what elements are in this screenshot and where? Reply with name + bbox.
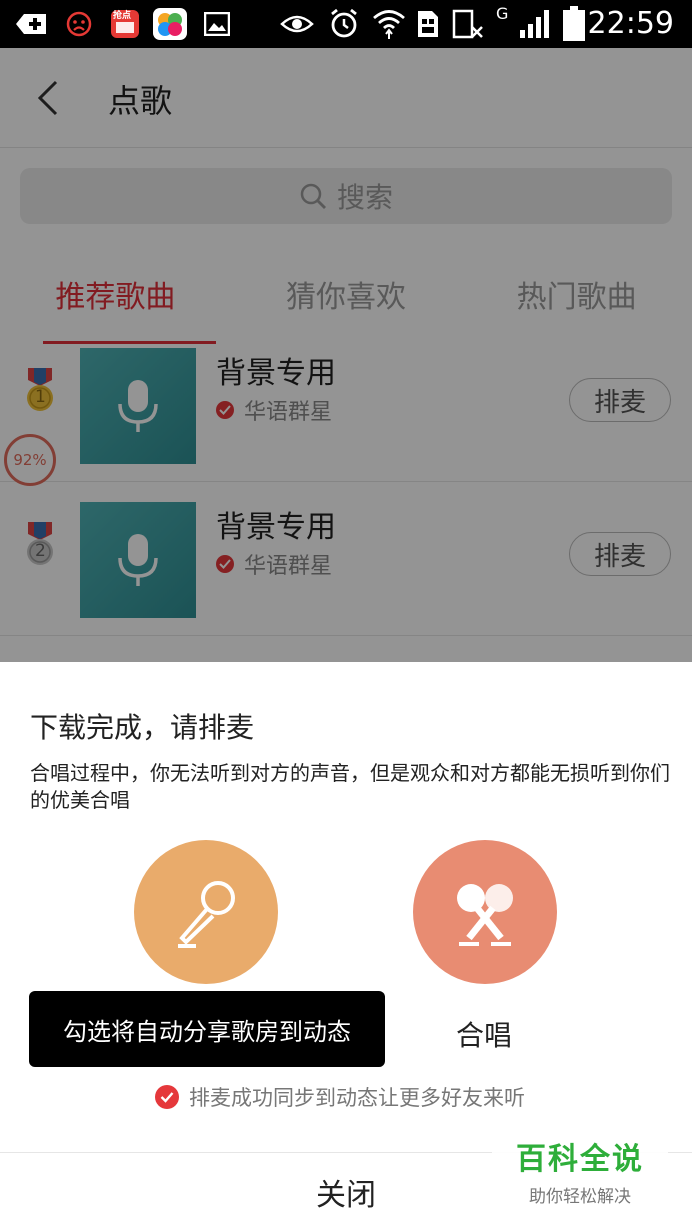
duet-label: 合唱	[456, 1019, 513, 1052]
sim-icon	[416, 8, 440, 40]
sheet-title: 下载完成，请排麦	[30, 711, 255, 744]
network-type-label: G	[496, 4, 509, 23]
watermark-title: 百科全说	[516, 1142, 644, 1177]
checkbox-checked-icon[interactable]	[155, 1085, 179, 1109]
status-bar: 抢点 G 22:59	[0, 0, 692, 48]
data-icon	[452, 8, 484, 40]
clock: 22:59	[587, 6, 674, 41]
duet-mode-button[interactable]	[413, 840, 557, 984]
app-icon: 抢点	[110, 8, 140, 40]
sheet-description: 合唱过程中，你无法听到对方的声音，但是观众和对方都能无损听到你们的优美合唱	[30, 761, 670, 812]
microphone-icon	[178, 881, 235, 948]
wifi-icon	[372, 8, 406, 40]
watermark-subtitle: 助你轻松解决	[529, 1187, 631, 1207]
battery-icon	[562, 6, 586, 41]
duet-microphone-icon	[457, 884, 513, 946]
image-icon	[204, 8, 230, 40]
download-complete-sheet: 下载完成，请排麦 合唱过程中，你无法听到对方的声音，但是观众和对方都能无损听到你…	[0, 662, 692, 1230]
share-tooltip: 勾选将自动分享歌房到动态	[29, 991, 385, 1067]
signal-icon	[518, 8, 552, 40]
gallery-icon	[152, 8, 188, 40]
app-badge-label: 抢点	[113, 11, 132, 21]
alarm-icon	[328, 8, 360, 40]
solo-mode-button[interactable]	[134, 840, 278, 984]
watermark-logo: 百科全说 助你轻松解决	[492, 1124, 668, 1214]
eye-icon	[280, 8, 314, 40]
sync-to-feed-checkbox[interactable]: 排麦成功同步到动态让更多好友来听	[155, 1082, 525, 1112]
add-icon	[14, 8, 48, 40]
sync-label: 排麦成功同步到动态让更多好友来听	[189, 1086, 525, 1110]
modal-backdrop[interactable]	[0, 48, 692, 662]
face-icon	[66, 8, 92, 40]
